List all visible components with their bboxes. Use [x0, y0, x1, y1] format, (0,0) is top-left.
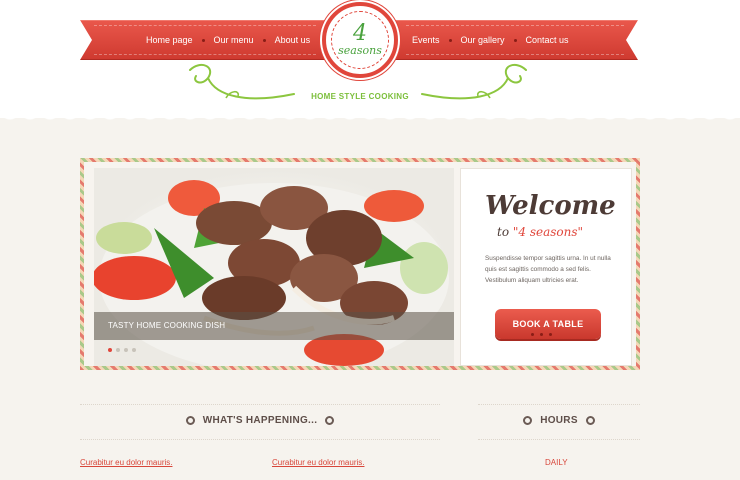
whats-happening-title: WHAT'S HAPPENING...: [202, 415, 318, 426]
news-link-2[interactable]: Curabitur eu dolor mauris.: [272, 458, 364, 467]
left-swirl-ornament: [189, 63, 295, 100]
nav-our-menu[interactable]: Our menu: [214, 35, 254, 45]
news-link-1[interactable]: Curabitur eu dolor mauris.: [80, 458, 172, 467]
hero-food-image: TASTY HOME COOKING DISH: [94, 168, 454, 366]
slider-dot[interactable]: [108, 348, 112, 352]
welcome-sub-name: "4 seasons": [512, 225, 584, 239]
nav-about-us[interactable]: About us: [275, 35, 311, 45]
slider-caption: TASTY HOME COOKING DISH: [108, 321, 226, 330]
nav-our-gallery[interactable]: Our gallery: [461, 35, 505, 45]
welcome-text: Suspendisse tempor sagittis urna. In ut …: [485, 255, 611, 284]
nav-separator: [262, 38, 266, 42]
welcome-panel: Welcome to "4 seasons" Suspendisse tempo…: [460, 168, 632, 366]
main-nav-right: Events Our gallery Contact us: [412, 20, 569, 60]
hours-title: HOURS: [540, 415, 578, 426]
tagline: HOME STYLE COOKING: [311, 92, 409, 101]
slider-dot[interactable]: [124, 348, 128, 352]
nav-separator: [201, 38, 205, 42]
header-scallop-border: [0, 110, 740, 126]
hours-daily-label: DAILY: [545, 458, 568, 467]
nav-events[interactable]: Events: [412, 35, 440, 45]
right-swirl-ornament: [421, 63, 527, 100]
hero-slider: TASTY HOME COOKING DISH Welcome to "4 se…: [80, 158, 640, 370]
hours-header: HOURS: [478, 404, 640, 440]
whats-happening-header: WHAT'S HAPPENING...: [80, 404, 440, 440]
site-logo[interactable]: 4 seasons: [322, 2, 398, 78]
welcome-subtitle: to "4 seasons": [497, 225, 583, 239]
nav-home[interactable]: Home page: [146, 35, 193, 45]
circle-ornament-icon: [585, 416, 595, 425]
logo-number: 4: [353, 20, 367, 46]
slider-caption-bar: TASTY HOME COOKING DISH: [94, 312, 454, 340]
welcome-title: Welcome: [485, 191, 616, 221]
circle-ornament-icon: [523, 416, 533, 425]
slider-dot[interactable]: [132, 348, 136, 352]
welcome-sub-prefix: to: [497, 225, 510, 239]
logo-word: seasons: [338, 43, 382, 57]
circle-ornament-icon: [325, 416, 335, 425]
circle-ornament-icon: [185, 416, 195, 425]
main-nav-left: Home page Our menu About us: [146, 20, 310, 60]
nav-separator: [448, 38, 452, 42]
button-dots: [531, 333, 552, 336]
nav-separator: [513, 38, 517, 42]
slider-dots: [108, 348, 136, 352]
nav-contact-us[interactable]: Contact us: [526, 35, 569, 45]
slider-dot[interactable]: [116, 348, 120, 352]
